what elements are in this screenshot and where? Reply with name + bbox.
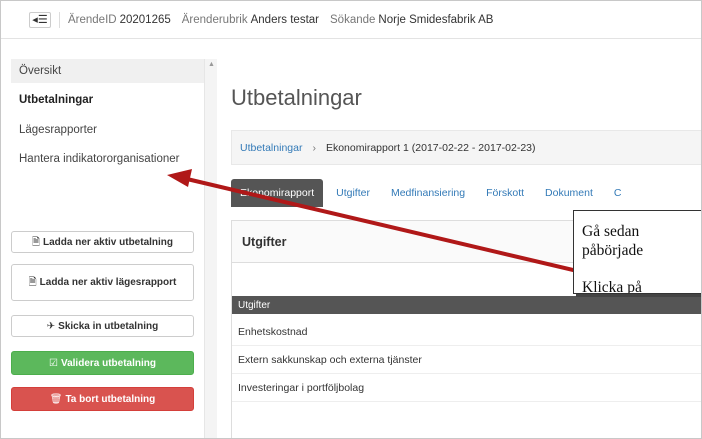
download-active-payment-label: Ladda ner aktiv utbetalning bbox=[43, 236, 174, 248]
table-row[interactable]: Investeringar i portföljbolag bbox=[232, 374, 701, 402]
header-divider bbox=[59, 11, 60, 28]
delete-payment-label: Ta bort utbetalning bbox=[65, 393, 156, 405]
applicant-label: Sökande bbox=[330, 13, 376, 26]
instruction-callout: Gå sedan påbörjade Klicka på bbox=[573, 210, 701, 294]
breadcrumb-current: Ekonomirapport 1 (2017-02-22 - 2017-02-2… bbox=[325, 141, 536, 154]
tab-advance[interactable]: Förskott bbox=[486, 187, 524, 199]
callout-line-2: påbörjade bbox=[582, 242, 644, 259]
breadcrumb-separator: › bbox=[312, 141, 316, 154]
page-title: Utbetalningar bbox=[231, 85, 362, 110]
case-id-label: ÄrendeID bbox=[68, 13, 117, 26]
download-active-status-report-label: 🗎 Ladda ner aktiv lägesrapport bbox=[29, 276, 177, 289]
download-active-status-report-button[interactable]: 🗎 Ladda ner aktiv lägesrapport bbox=[11, 264, 194, 301]
tab-co-financing[interactable]: Medfinansiering bbox=[391, 187, 465, 199]
sidebar-item-overview[interactable]: Översikt bbox=[11, 59, 204, 83]
send-icon: ✈ bbox=[46, 320, 56, 332]
breadcrumb-link-payments[interactable]: Utbetalningar bbox=[240, 142, 302, 154]
callout-line-3: Klicka på bbox=[582, 279, 642, 294]
scroll-up-icon: ▲ bbox=[208, 61, 215, 68]
menu-collapse-button[interactable]: ◂☰ bbox=[29, 11, 51, 28]
sidebar-item-payments[interactable]: Utbetalningar bbox=[11, 93, 204, 108]
table-header: Utgifter bbox=[232, 296, 701, 314]
case-title-label: Ärenderubrik bbox=[181, 13, 248, 26]
breadcrumb: Utbetalningar › Ekonomirapport 1 (2017-0… bbox=[231, 130, 701, 165]
table-row[interactable]: Enhetskostnad bbox=[232, 318, 701, 346]
send-payment-button[interactable]: ✈ Skicka in utbetalning bbox=[11, 315, 194, 337]
tab-economic-report[interactable]: Ekonomirapport bbox=[231, 179, 324, 207]
validate-payment-label: Validera utbetalning bbox=[60, 357, 156, 369]
delete-payment-button[interactable]: 🗑 Ta bort utbetalning bbox=[11, 387, 194, 411]
file-pdf-icon: 🗎 bbox=[31, 236, 40, 248]
tab-documents[interactable]: Dokument bbox=[545, 187, 593, 199]
sidebar-scrollbar[interactable]: ▲ bbox=[204, 59, 217, 438]
sidebar: Översikt Utbetalningar Lägesrapporter Ha… bbox=[11, 59, 204, 438]
trash-icon: 🗑 bbox=[49, 393, 63, 405]
tab-expenses[interactable]: Utgifter bbox=[336, 187, 370, 199]
menu-collapse-icon: ◂☰ bbox=[32, 14, 48, 26]
check-square-icon: ☑ bbox=[49, 357, 58, 369]
sidebar-item-status-reports[interactable]: Lägesrapporter bbox=[11, 123, 204, 138]
validate-payment-button[interactable]: ☑ Validera utbetalning bbox=[11, 351, 194, 375]
sidebar-item-indicator-organisations[interactable]: Hantera indikatororganisationer bbox=[11, 152, 204, 167]
callout-line-1: Gå sedan bbox=[582, 223, 640, 240]
tab-bar: Ekonomirapport Utgifter Medfinansiering … bbox=[231, 179, 643, 207]
download-active-payment-button[interactable]: 🗎 Ladda ner aktiv utbetalning bbox=[11, 231, 194, 253]
tab-truncated[interactable]: C bbox=[614, 187, 622, 199]
table-row[interactable]: Extern sakkunskap och externa tjänster bbox=[232, 346, 701, 374]
case-id-value: 20201265 bbox=[119, 13, 171, 26]
download-active-status-report-text: Ladda ner aktiv lägesrapport bbox=[39, 277, 177, 288]
applicant-value: Norje Smidesfabrik AB bbox=[378, 13, 494, 26]
case-header-bar: ◂☰ ÄrendeID 20201265 Ärenderubrik Anders… bbox=[1, 1, 701, 39]
app-window: ◂☰ ÄrendeID 20201265 Ärenderubrik Anders… bbox=[0, 0, 702, 439]
case-title-value: Anders testar bbox=[250, 13, 320, 26]
file-pdf-icon: 🗎 bbox=[28, 277, 37, 288]
send-payment-label: Skicka in utbetalning bbox=[58, 320, 159, 332]
